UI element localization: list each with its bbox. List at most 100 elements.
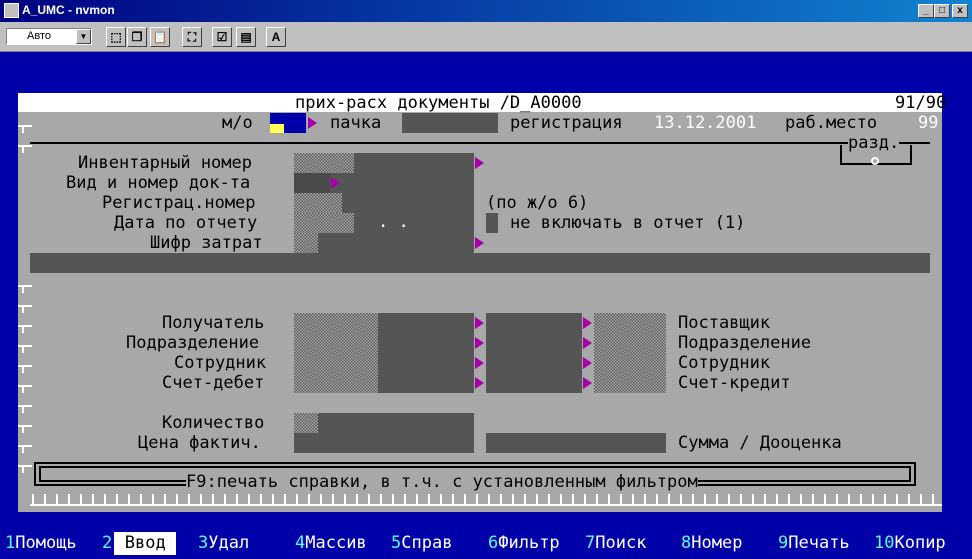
left-code-fields[interactable]	[294, 313, 378, 393]
arrow-icon	[308, 117, 317, 129]
menu-key-label: Удал	[208, 533, 250, 553]
registration-date: 13.12.2001	[654, 113, 757, 133]
page-title: прих-расх документы /D_A0000	[295, 93, 582, 113]
left-employee-label: Сотрудник	[174, 353, 267, 373]
workplace-value: 99	[918, 113, 939, 133]
menu-key-number: 3	[198, 533, 209, 553]
window-titlebar: A_UMC - nvmon _ □ x	[0, 0, 972, 22]
right-name-fields[interactable]	[486, 313, 582, 393]
arrow-icon	[475, 157, 484, 169]
window-title: A_UMC - nvmon	[22, 3, 115, 17]
cost-code-label: Шифр затрат	[150, 233, 263, 253]
inventory-field[interactable]	[294, 153, 354, 173]
menu-item[interactable]: 3Удал	[198, 532, 249, 559]
menu-key-label: Печать	[788, 533, 850, 553]
registration-label: регистрация	[510, 113, 623, 133]
menu-key-number: 6	[488, 533, 499, 553]
menu-item[interactable]: 6Фильтр	[488, 532, 560, 559]
app-icon	[4, 3, 19, 18]
arrow-icon	[331, 177, 340, 189]
menu-key-number: 4	[295, 533, 306, 553]
arrow-icon	[583, 377, 592, 389]
supplier-label: Поставщик	[678, 313, 771, 333]
border-tick	[18, 125, 32, 133]
border-tick	[18, 145, 32, 153]
right-department-label: Подразделение	[678, 333, 812, 353]
chevron-down-icon[interactable]: ▼	[76, 29, 91, 44]
left-name-fields[interactable]	[378, 313, 474, 393]
menu-key-label: Поиск	[595, 533, 647, 553]
quantity-field[interactable]	[294, 413, 474, 433]
workplace-label: раб.место	[785, 113, 878, 133]
menu-key-number: 10	[874, 533, 895, 553]
page-count: 91/90	[895, 93, 947, 113]
report-date-field[interactable]	[294, 213, 354, 233]
quantity-field-start	[294, 413, 318, 433]
separator-band	[30, 253, 930, 273]
bottom-border-ticks	[30, 492, 942, 506]
sum-field[interactable]	[486, 433, 666, 453]
menu-item[interactable]: 10Копир	[874, 532, 946, 559]
properties-icon[interactable]: ☑	[212, 27, 232, 47]
menu-key-label: Номер	[691, 533, 743, 553]
arrow-icon	[583, 337, 592, 349]
function-key-menu: 1Помощь 2 Ввод 3Удал 4Массив 5Справ 6Фильтр 7…	[0, 532, 972, 559]
status-message: F9:печать справки, в т.ч. с установленны…	[186, 472, 698, 492]
credit-account-label: Счет-кредит	[678, 373, 791, 393]
font-icon[interactable]: A	[266, 27, 286, 47]
maximize-button[interactable]: □	[934, 4, 950, 18]
left-department-label: Подразделение	[126, 333, 260, 353]
mark-icon[interactable]: ⬚	[106, 27, 126, 47]
price-field[interactable]	[294, 433, 474, 453]
recipient-label: Получатель	[162, 313, 265, 333]
arrow-icon	[475, 317, 484, 329]
right-code-fields[interactable]	[594, 313, 666, 393]
menu-item[interactable]: 4Массив	[295, 532, 367, 559]
arrow-icon	[475, 237, 484, 249]
doc-type-label: Вид и номер док-та	[66, 173, 251, 193]
fullscreen-icon[interactable]: ⛶	[182, 27, 202, 47]
close-button[interactable]: x	[952, 4, 968, 18]
font-select[interactable]: Авто ▼	[6, 28, 92, 45]
border-tick	[18, 345, 32, 353]
menu-item[interactable]: 8Номер	[681, 532, 742, 559]
menu-item[interactable]: 9Печать	[778, 532, 850, 559]
menu-item[interactable]: 7Поиск	[585, 532, 646, 559]
pachka-label: пачка	[330, 113, 382, 133]
toolbar: Авто ▼ ⬚ ❐ 📋 ⛶ ☑ ▤ A	[0, 22, 972, 52]
doc-type-field[interactable]	[294, 173, 330, 193]
border-tick	[18, 305, 32, 313]
menu-key-number: 8	[681, 533, 692, 553]
price-label: Цена фактич.	[138, 433, 261, 453]
minimize-button[interactable]: _	[918, 4, 934, 18]
po-note: (по ж/о 6)	[486, 193, 589, 213]
reg-number-field[interactable]	[294, 193, 342, 213]
mo-field-end[interactable]	[284, 113, 306, 133]
cost-code-field[interactable]	[294, 233, 318, 253]
border-tick	[18, 325, 32, 333]
paste-icon[interactable]: 📋	[150, 27, 170, 47]
arrow-icon	[583, 357, 592, 369]
copy-icon[interactable]: ❐	[127, 27, 147, 47]
separator-line	[30, 142, 930, 144]
menu-key-number: 9	[778, 533, 789, 553]
menu-item[interactable]: 5Справ	[391, 532, 452, 559]
exclude-checkbox[interactable]	[486, 213, 498, 233]
date-dots: . .	[378, 212, 409, 232]
background-icon[interactable]: ▤	[236, 27, 256, 47]
menu-item[interactable]: 2 Ввод	[102, 532, 177, 559]
pachka-field[interactable]	[402, 113, 498, 133]
menu-key-number: 7	[585, 533, 596, 553]
menu-key-label: Ввод	[114, 532, 177, 555]
border-tick	[18, 445, 32, 453]
arrow-icon	[475, 377, 484, 389]
menu-key-label: Фильтр	[498, 533, 560, 553]
menu-key-label: Справ	[401, 533, 453, 553]
report-date-label: Дата по отчету	[114, 213, 258, 233]
mo-label: м/о	[222, 113, 253, 133]
menu-item[interactable]: 1Помощь	[5, 532, 77, 559]
border-tick	[18, 405, 32, 413]
cursor	[270, 124, 284, 133]
right-employee-label: Сотрудник	[678, 353, 771, 373]
razd-label: разд.	[848, 133, 900, 153]
